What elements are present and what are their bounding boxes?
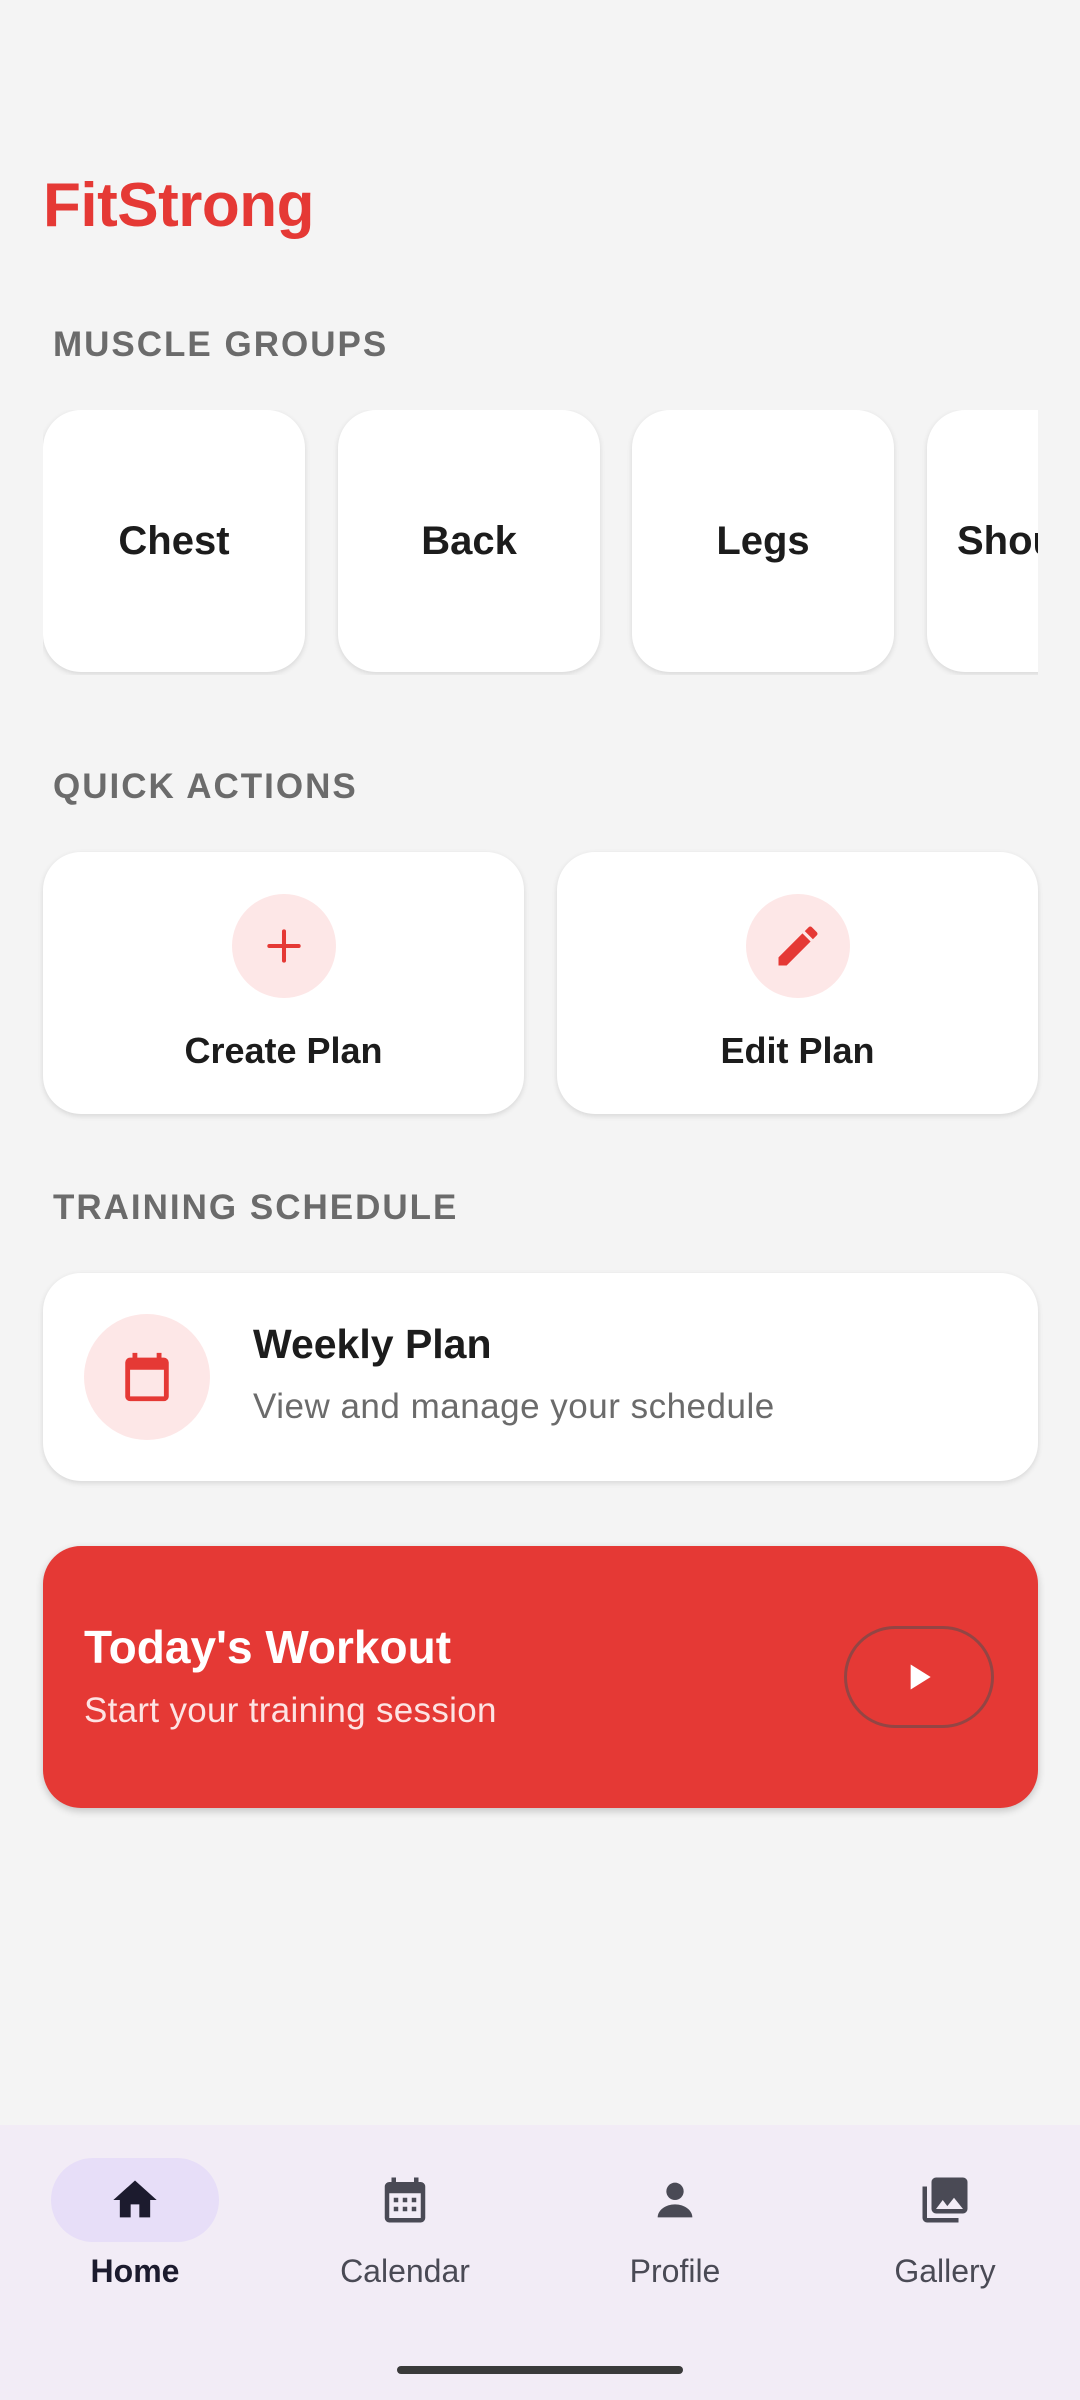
bottom-navigation: Home Calendar Profile Gallery (0, 2125, 1080, 2400)
weekly-plan-subtitle: View and manage your schedule (253, 1387, 775, 1426)
nav-item-gallery[interactable]: Gallery (810, 2125, 1080, 2325)
todays-workout-title: Today's Workout (84, 1621, 452, 1673)
section-label-muscle-groups: MUSCLE GROUPS (53, 325, 389, 364)
app-title: FitStrong (43, 171, 315, 240)
muscle-groups-carousel[interactable]: Chest Back Legs Shoulders (43, 410, 1038, 675)
muscle-card-back[interactable]: Back (338, 410, 600, 672)
nav-label-profile: Profile (629, 2253, 721, 2289)
home-gesture-bar[interactable] (397, 2366, 683, 2374)
weekly-plan-card[interactable]: Weekly Plan View and manage your schedul… (43, 1273, 1038, 1481)
pencil-icon (745, 894, 850, 998)
nav-item-home[interactable]: Home (0, 2125, 270, 2325)
person-icon (657, 2182, 693, 2218)
calendar-icon (384, 2177, 426, 2223)
section-label-quick-actions: QUICK ACTIONS (53, 767, 358, 806)
create-plan-button[interactable]: Create Plan (43, 852, 524, 1114)
calendar-icon (84, 1314, 210, 1440)
start-workout-button[interactable] (844, 1626, 994, 1728)
play-icon (910, 1664, 931, 1690)
muscle-card-legs[interactable]: Legs (632, 410, 894, 672)
nav-label-home: Home (90, 2253, 180, 2289)
gallery-icon (922, 2177, 968, 2223)
section-label-training-schedule: TRAINING SCHEDULE (53, 1188, 459, 1227)
todays-workout-subtitle: Start your training session (84, 1691, 497, 1730)
todays-workout-card[interactable]: Today's Workout Start your training sess… (43, 1546, 1038, 1808)
create-plan-label: Create Plan (184, 1030, 383, 1071)
edit-plan-label: Edit Plan (720, 1030, 875, 1071)
nav-item-calendar[interactable]: Calendar (270, 2125, 540, 2325)
muscle-card-shoulders[interactable]: Shoulders (927, 410, 1038, 672)
edit-plan-button[interactable]: Edit Plan (557, 852, 1038, 1114)
muscle-card-chest[interactable]: Chest (43, 410, 305, 672)
nav-label-gallery: Gallery (894, 2253, 996, 2289)
weekly-plan-title: Weekly Plan (253, 1321, 492, 1367)
nav-label-calendar: Calendar (340, 2253, 470, 2289)
home-icon (113, 2180, 157, 2218)
nav-active-indicator (51, 2158, 219, 2242)
nav-item-profile[interactable]: Profile (540, 2125, 810, 2325)
plus-icon (231, 894, 336, 998)
